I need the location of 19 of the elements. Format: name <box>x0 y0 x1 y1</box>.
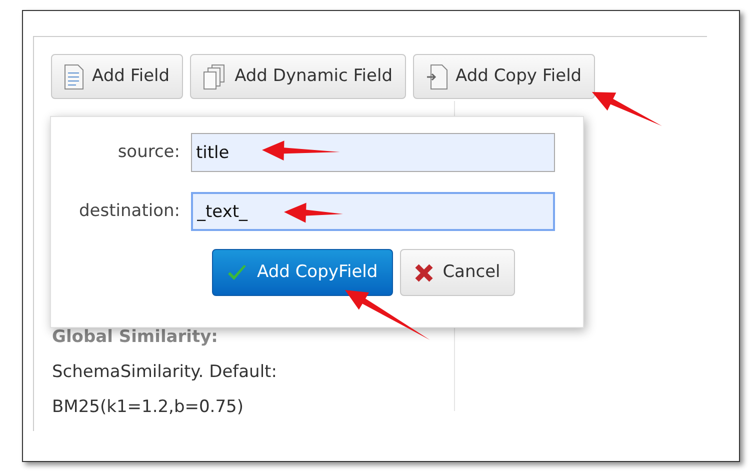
toolbar-button[interactable]: Add Field <box>51 54 183 99</box>
document-icon <box>64 64 84 90</box>
cancel-button[interactable]: Cancel <box>400 249 516 296</box>
section-heading: Global Similarity: <box>52 326 219 349</box>
field-label: destination: <box>78 200 181 223</box>
toolbar-button[interactable]: Add Dynamic Field <box>190 54 406 99</box>
input-field[interactable]: _text_ <box>191 192 555 231</box>
toolbar-button[interactable]: Add Copy Field <box>412 54 595 99</box>
add-button[interactable]: Add CopyField <box>212 249 393 296</box>
annotation-arrow <box>592 92 662 126</box>
document-arrow-icon <box>426 64 448 90</box>
input-field[interactable]: title <box>191 133 555 172</box>
field-label: source: <box>116 140 181 164</box>
annotation-arrow <box>284 202 343 223</box>
documents-icon <box>202 64 227 90</box>
description-text: BM25(k1=1.2,b=0.75) <box>52 396 244 419</box>
checkmark-icon <box>227 264 247 282</box>
close-icon <box>414 264 433 282</box>
description-text: SchemaSimilarity. Default: <box>52 361 277 384</box>
